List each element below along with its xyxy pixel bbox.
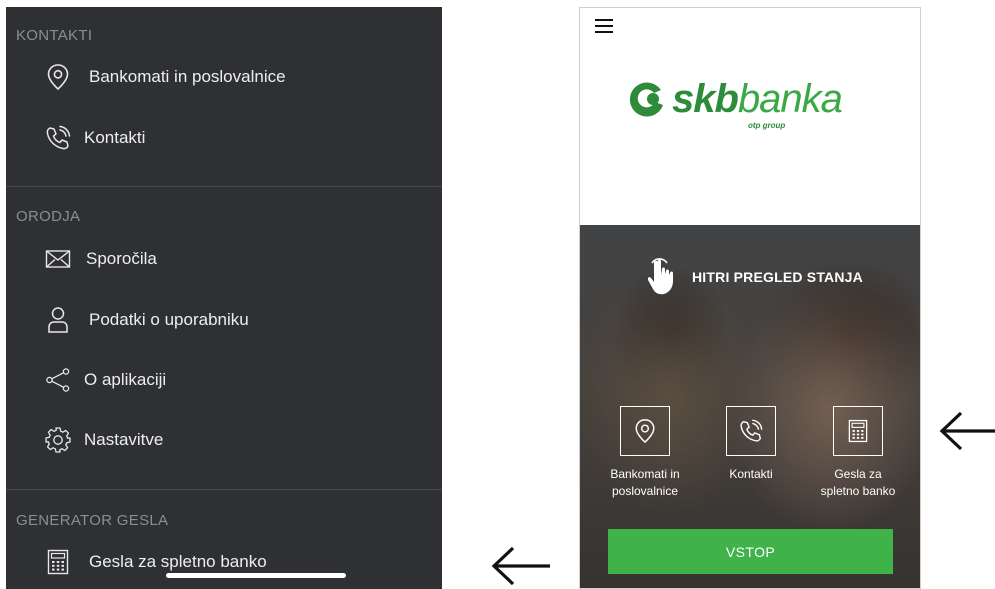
hero-background: HITRI PREGLED STANJA Bankomati in poslov… xyxy=(580,225,920,588)
menu-item-label: O aplikaciji xyxy=(84,370,167,389)
logo-text-bold: skb xyxy=(672,77,739,121)
tile-caption: Kontakti xyxy=(729,467,773,481)
divider xyxy=(6,186,442,187)
menu-item-label: Gesla za spletno banko xyxy=(89,552,267,571)
skb-banka-logo: skb banka xyxy=(628,77,843,121)
section-title-generator: GENERATOR GESLA xyxy=(16,512,169,529)
calculator-icon xyxy=(44,548,72,576)
section-title-orodja: ORODJA xyxy=(16,208,81,225)
logo-mark-icon xyxy=(629,82,663,117)
header-area: skb banka otp group xyxy=(580,8,920,225)
menu-item-kontakti[interactable]: Kontakti xyxy=(44,121,145,155)
menu-item-label: Sporočila xyxy=(86,249,157,268)
menu-item-bankomati[interactable]: Bankomati in poslovalnice xyxy=(44,60,286,94)
logo-text-light: banka xyxy=(737,77,843,121)
section-title-kontakti: KONTAKTI xyxy=(16,27,93,44)
tile-caption: Bankomati in poslovalnice xyxy=(610,467,680,498)
envelope-icon xyxy=(44,245,72,273)
logo-subtitle: otp group xyxy=(748,121,786,130)
tap-hand-icon xyxy=(648,258,673,295)
divider xyxy=(6,489,442,490)
arrow-left-icon xyxy=(491,546,550,586)
menu-item-label: Bankomati in poslovalnice xyxy=(89,67,286,86)
menu-item-sporocila[interactable]: Sporočila xyxy=(44,242,157,276)
menu-item-label: Podatki o uporabniku xyxy=(89,310,249,329)
home-indicator xyxy=(166,573,346,578)
phone-icon xyxy=(44,124,72,152)
tile-gesla[interactable]: Gesla za spletno banko xyxy=(808,406,908,500)
app-home-screen: skb banka otp group HITRI PREGLED STANJA… xyxy=(579,7,921,589)
menu-item-label: Kontakti xyxy=(84,128,146,147)
phone-icon xyxy=(740,419,763,442)
login-button[interactable]: VSTOP xyxy=(608,529,893,574)
screenshot-composite: KONTAKTI Bankomati in poslovalnice Konta… xyxy=(0,0,995,589)
menu-item-podatki[interactable]: Podatki o uporabniku xyxy=(44,303,249,337)
side-menu: KONTAKTI Bankomati in poslovalnice Konta… xyxy=(6,7,442,589)
tile-caption: Gesla za spletno banko xyxy=(820,467,896,498)
calculator-icon xyxy=(848,419,868,443)
gear-icon xyxy=(44,426,72,454)
user-icon xyxy=(44,306,72,334)
tile-kontakti[interactable]: Kontakti xyxy=(701,406,801,483)
menu-item-label: Nastavitve xyxy=(84,430,164,449)
menu-item-nastavitve[interactable]: Nastavitve xyxy=(44,423,163,457)
menu-item-o-aplikaciji[interactable]: O aplikaciji xyxy=(44,363,166,397)
location-pin-icon xyxy=(44,63,72,91)
tile-bankomati[interactable]: Bankomati in poslovalnice xyxy=(595,406,695,500)
arrow-left-icon xyxy=(939,411,995,451)
location-pin-icon xyxy=(635,419,655,444)
share-icon xyxy=(44,366,72,394)
quick-balance-link[interactable]: HITRI PREGLED STANJA xyxy=(648,257,863,297)
quick-balance-label: HITRI PREGLED STANJA xyxy=(692,269,863,285)
hamburger-menu-icon[interactable] xyxy=(595,19,613,33)
